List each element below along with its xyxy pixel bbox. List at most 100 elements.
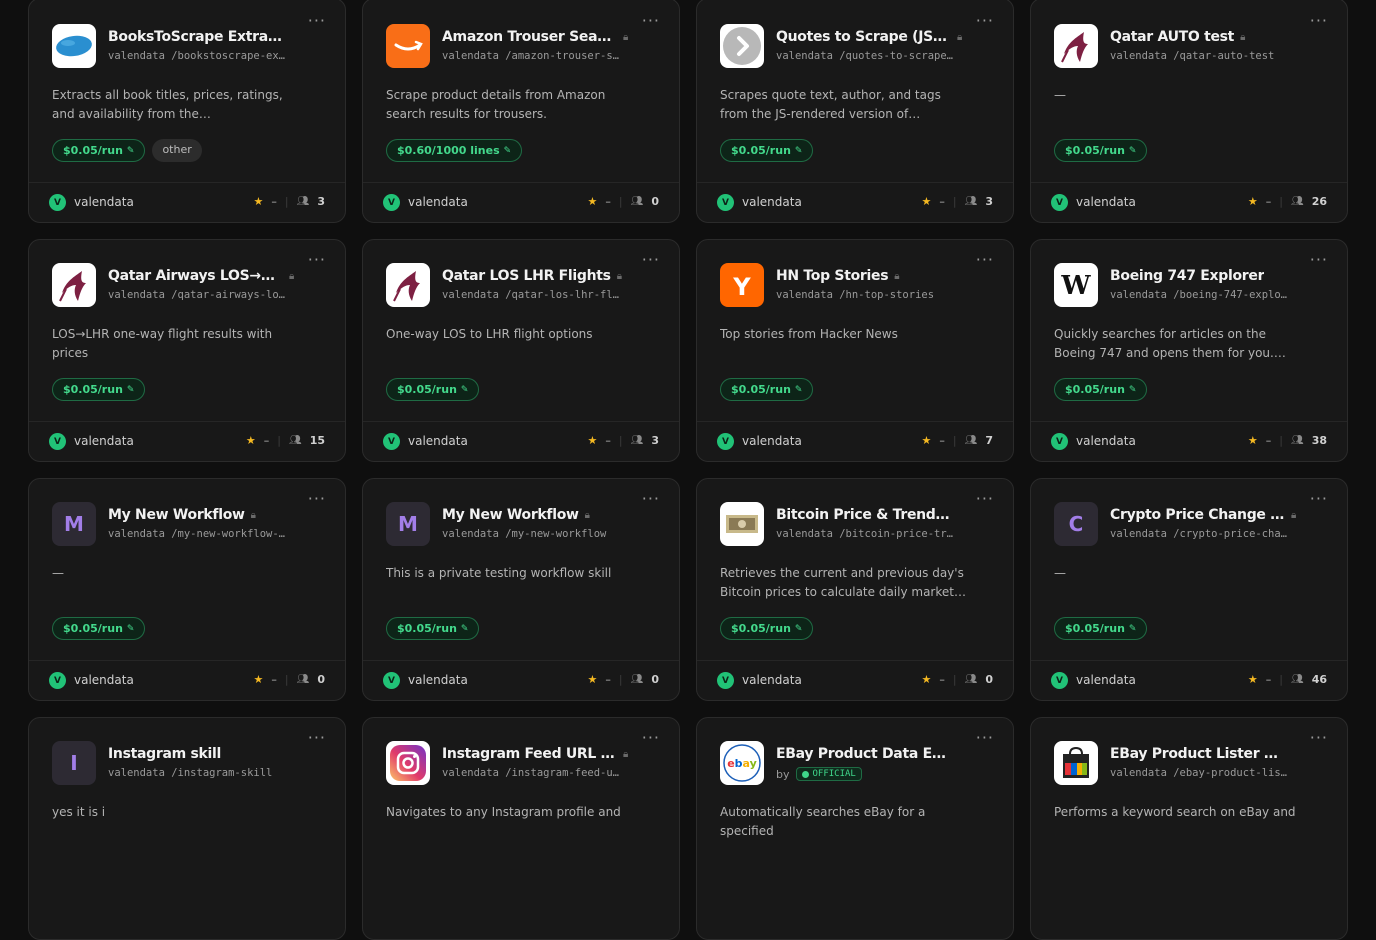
card-title[interactable]: HN Top Stories bbox=[776, 268, 888, 284]
stats-divider: | bbox=[618, 434, 623, 447]
lock-icon: 🔒︎ bbox=[584, 509, 590, 521]
card-stats: ★ – | 👥︎ 0 bbox=[588, 195, 659, 208]
more-options-icon[interactable]: ··· bbox=[308, 730, 326, 746]
author-name[interactable]: valendata bbox=[74, 195, 134, 209]
skill-card[interactable]: ebay EBay Product Data Extractor by OFFICIA… bbox=[696, 717, 1014, 940]
more-options-icon[interactable]: ··· bbox=[976, 13, 994, 29]
users-icon: 👥︎ bbox=[288, 435, 302, 446]
more-options-icon[interactable]: ··· bbox=[976, 491, 994, 507]
card-title[interactable]: BooksToScrape Extractor bbox=[108, 29, 283, 45]
skill-card[interactable]: C Crypto Price Change Mo… 🔒︎valendata /cry… bbox=[1030, 478, 1348, 701]
author-name[interactable]: valendata bbox=[742, 673, 802, 687]
card-title[interactable]: Crypto Price Change Mo… bbox=[1110, 507, 1285, 523]
price-label: $0.60/1000 lines bbox=[397, 144, 500, 157]
price-badge: $0.05/run ✎ bbox=[720, 139, 814, 162]
card-footer: Vvalendata ★ – | 👥︎ 46 bbox=[1031, 660, 1347, 700]
skill-card[interactable]: I Instagram skill valendata /instagram-ski… bbox=[28, 717, 346, 940]
stats-divider: | bbox=[277, 434, 281, 447]
tag-icon: ✎ bbox=[794, 623, 803, 634]
card-stats: ★ – | 👥︎ 38 bbox=[1248, 434, 1327, 447]
card-title[interactable]: Bitcoin Price & Trend Track… bbox=[776, 507, 951, 523]
price-badge: $0.05/run ✎ bbox=[52, 139, 146, 162]
skill-card[interactable]: W Boeing 747 Explorer valendata /boeing-74… bbox=[1030, 239, 1348, 462]
card-title-row: Crypto Price Change Mo… 🔒︎ bbox=[1110, 507, 1307, 523]
star-icon: ★ bbox=[1247, 195, 1258, 208]
author-name[interactable]: valendata bbox=[408, 434, 468, 448]
card-title[interactable]: Instagram Feed URL Ext… bbox=[442, 746, 617, 762]
author-name[interactable]: valendata bbox=[74, 434, 134, 448]
card-title[interactable]: EBay Product Data Extractor bbox=[776, 746, 951, 762]
users-icon: 👥︎ bbox=[1290, 435, 1304, 446]
author-name[interactable]: valendata bbox=[742, 434, 802, 448]
more-options-icon[interactable]: ··· bbox=[1310, 13, 1328, 29]
card-description: Performs a keyword search on eBay and bbox=[1054, 805, 1296, 819]
skill-card[interactable]: Qatar Airways LOS→LH… 🔒︎ valendata /qatar-… bbox=[28, 239, 346, 462]
card-title[interactable]: Qatar Airways LOS→LH… bbox=[108, 268, 283, 284]
skill-card[interactable]: Quotes to Scrape (JS) E… 🔒︎ valendata /quo… bbox=[696, 0, 1014, 223]
tag-icon: ✎ bbox=[794, 145, 803, 156]
card-title[interactable]: Boeing 747 Explorer bbox=[1110, 268, 1264, 284]
more-options-icon[interactable]: ··· bbox=[976, 252, 994, 268]
card-title[interactable]: My New Workflow bbox=[442, 507, 579, 523]
card-title[interactable]: EBay Product Lister & Scra… bbox=[1110, 746, 1285, 762]
category-tag[interactable]: other bbox=[152, 139, 202, 162]
author-name[interactable]: valendata bbox=[742, 195, 802, 209]
card-title[interactable]: Instagram skill bbox=[108, 746, 221, 762]
card-title[interactable]: Qatar LOS LHR Flights bbox=[442, 268, 611, 284]
author-name[interactable]: valendata bbox=[408, 195, 468, 209]
star-icon: ★ bbox=[587, 195, 598, 208]
instagram-logo-icon bbox=[386, 741, 430, 785]
more-options-icon[interactable]: ··· bbox=[642, 13, 660, 29]
card-title-row: My New Workflow 🔒︎ bbox=[108, 507, 305, 523]
more-options-icon[interactable]: ··· bbox=[308, 491, 326, 507]
card-title[interactable]: Quotes to Scrape (JS) E… bbox=[776, 29, 951, 45]
users-count: 26 bbox=[1311, 195, 1327, 208]
rating-value: – bbox=[939, 673, 945, 686]
author-name[interactable]: valendata bbox=[1076, 195, 1136, 209]
skill-card[interactable]: Qatar AUTO test 🔒︎ valendata /qatar-auto-t… bbox=[1030, 0, 1348, 223]
more-options-icon[interactable]: ··· bbox=[1310, 730, 1328, 746]
lock-icon: 🔒︎ bbox=[1240, 31, 1246, 43]
card-title[interactable]: My New Workflow bbox=[108, 507, 245, 523]
stats-divider: | bbox=[952, 434, 957, 447]
card-slug: valendata /qatar-los-lhr-fl… bbox=[442, 289, 620, 301]
skill-card[interactable]: M My New Workflow 🔒︎ valendata /my-new-work… bbox=[28, 478, 346, 701]
logo-letter: I bbox=[70, 751, 78, 775]
by-label: by bbox=[776, 767, 790, 781]
skill-card[interactable]: BooksToScrape Extractor valendata /bookst… bbox=[28, 0, 346, 223]
skill-card[interactable]: Qatar LOS LHR Flights 🔒︎ valendata /qatar-… bbox=[362, 239, 680, 462]
skill-card[interactable]: Instagram Feed URL Ext… 🔒︎valendata /inst… bbox=[362, 717, 680, 940]
more-options-icon[interactable]: ··· bbox=[642, 491, 660, 507]
skill-card[interactable]: Bitcoin Price & Trend Track… valendata /b… bbox=[696, 478, 1014, 701]
more-options-icon[interactable]: ··· bbox=[976, 730, 994, 746]
card-title-row: My New Workflow 🔒︎ bbox=[442, 507, 639, 523]
author-name[interactable]: valendata bbox=[408, 673, 468, 687]
tag-icon: ✎ bbox=[1128, 145, 1137, 156]
ebay-logo-icon: ebay bbox=[720, 741, 764, 785]
price-badge: $0.05/run ✎ bbox=[720, 617, 814, 640]
users-icon: 👥︎ bbox=[630, 674, 644, 685]
price-badge: $0.05/run ✎ bbox=[1054, 378, 1148, 401]
more-options-icon[interactable]: ··· bbox=[642, 730, 660, 746]
skill-card[interactable]: Amazon Trouser Search … 🔒︎valendata /amaz… bbox=[362, 0, 680, 223]
skill-card[interactable]: EBay Product Lister & Scra… valendata /eb… bbox=[1030, 717, 1348, 940]
skill-card[interactable]: M My New Workflow 🔒︎ valendata /my-new-work… bbox=[362, 478, 680, 701]
users-count: 3 bbox=[985, 195, 993, 208]
more-options-icon[interactable]: ··· bbox=[642, 252, 660, 268]
more-options-icon[interactable]: ··· bbox=[308, 13, 326, 29]
author-name[interactable]: valendata bbox=[1076, 434, 1136, 448]
card-tags: $0.05/run ✎ bbox=[720, 617, 814, 640]
card-by-row: by OFFICIAL bbox=[776, 767, 862, 781]
more-options-icon[interactable]: ··· bbox=[308, 252, 326, 268]
more-options-icon[interactable]: ··· bbox=[1310, 252, 1328, 268]
skill-card[interactable]: Y HN Top Stories 🔒︎ valendata /hn-top-stori… bbox=[696, 239, 1014, 462]
author-name[interactable]: valendata bbox=[1076, 673, 1136, 687]
more-options-icon[interactable]: ··· bbox=[1310, 491, 1328, 507]
card-description: One-way LOS to LHR flight options bbox=[386, 327, 593, 341]
price-badge: $0.05/run ✎ bbox=[386, 378, 480, 401]
card-title[interactable]: Qatar AUTO test bbox=[1110, 29, 1234, 45]
price-badge: $0.05/run ✎ bbox=[52, 378, 146, 401]
letter-logo-icon: M bbox=[386, 502, 430, 546]
author-name[interactable]: valendata bbox=[74, 673, 134, 687]
card-title[interactable]: Amazon Trouser Search … bbox=[442, 29, 617, 45]
